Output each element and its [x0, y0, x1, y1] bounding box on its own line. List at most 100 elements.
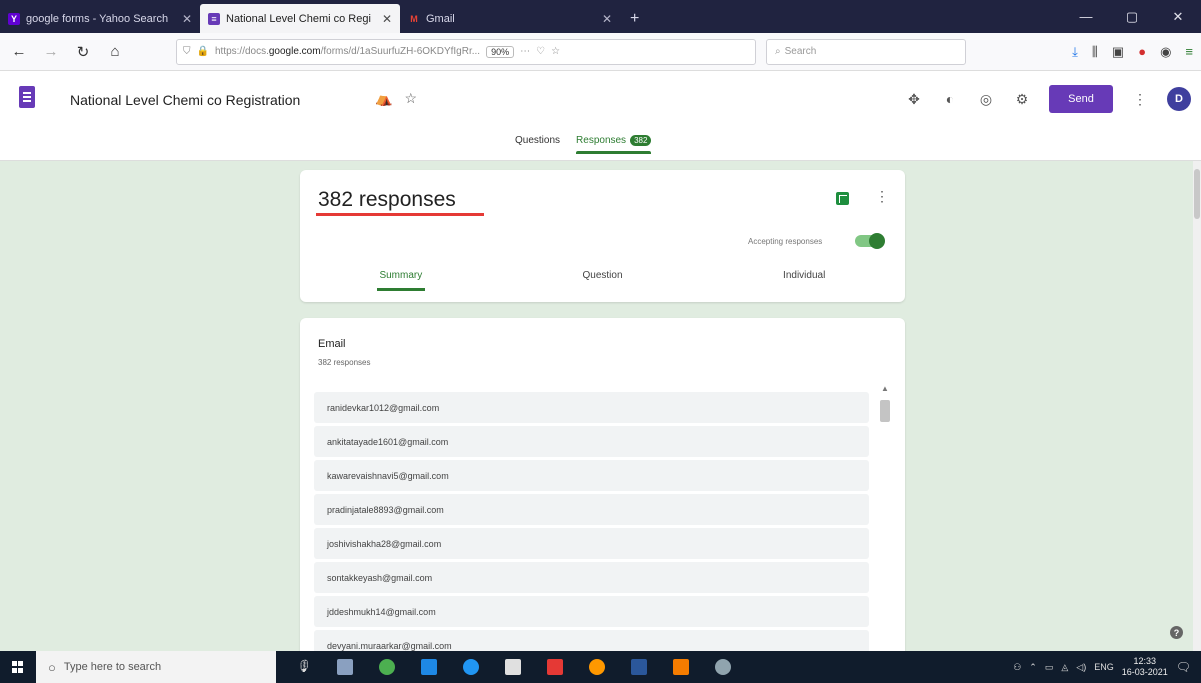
extension-icon[interactable]: ≡ — [1185, 44, 1193, 59]
tab-question[interactable]: Question — [502, 270, 704, 281]
adblock-icon[interactable]: ● — [1138, 44, 1146, 59]
browser-tab-forms[interactable]: ≡ National Level Chemi co Regi ✕ — [200, 4, 400, 33]
battery-icon[interactable]: ▭ — [1045, 662, 1054, 673]
browser-tab-yahoo[interactable]: Y google forms - Yahoo Search ✕ — [0, 4, 200, 33]
windows-logo-icon — [12, 661, 24, 673]
google-forms-icon[interactable] — [19, 86, 35, 108]
more-vert-icon[interactable]: ⋮ — [1131, 90, 1149, 108]
zoom-level[interactable]: 90% — [486, 45, 515, 58]
settings-gear-icon[interactable]: ⚙ — [1013, 90, 1031, 108]
system-tray: ⚇ ⌃ ▭ ◬ ◁) ENG 12:33 16-03-2021 🗨 — [1013, 656, 1201, 678]
tab-individual[interactable]: Individual — [703, 270, 905, 281]
tab-summary[interactable]: Summary — [300, 270, 502, 291]
palette-icon[interactable]: ◐ — [941, 90, 959, 108]
question-summary-card: Email 382 responses ranidevkar1012@gmail… — [300, 318, 905, 658]
forms-header: National Level Chemi co Registration ⛺ ☆… — [0, 71, 1201, 161]
response-view-tabs: Summary Question Individual — [300, 270, 905, 291]
red-underline-annotation — [316, 213, 484, 216]
forms-favicon-icon: ≡ — [208, 12, 220, 25]
move-to-folder-icon[interactable]: ⛺ — [375, 90, 392, 107]
more-vert-icon[interactable]: ⋮ — [875, 188, 889, 205]
tab-responses[interactable]: Responses 382 — [576, 135, 652, 154]
download-icon[interactable]: ⤓ — [1072, 44, 1078, 60]
addon-puzzle-icon[interactable]: ✥ — [905, 90, 923, 108]
bookmark-star-icon[interactable]: ☆ — [551, 46, 560, 57]
gmail-favicon-icon: M — [410, 13, 418, 24]
close-window-icon[interactable]: ✕ — [1155, 9, 1201, 25]
edge-icon[interactable] — [454, 651, 488, 683]
library-icon[interactable]: ⫼ — [1092, 44, 1098, 60]
window-controls: — ▢ ✕ — [1063, 0, 1201, 33]
new-tab-plus-icon[interactable]: + — [620, 4, 649, 33]
avatar[interactable]: D — [1167, 87, 1191, 111]
network-icon[interactable]: ◬ — [1061, 662, 1068, 673]
chrome-icon[interactable] — [370, 651, 404, 683]
list-item: ranidevkar1012@gmail.com — [314, 392, 869, 423]
volume-icon[interactable]: ◁) — [1076, 662, 1086, 673]
clock[interactable]: 12:33 16-03-2021 — [1122, 656, 1168, 678]
browser-tab-strip: Y google forms - Yahoo Search ✕ ≡ Nation… — [0, 0, 1201, 33]
page-actions-icon[interactable]: ⋯ — [520, 46, 530, 57]
page-scrollbar[interactable] — [1193, 161, 1201, 651]
home-icon[interactable]: ⌂ — [104, 41, 126, 63]
url-bar[interactable]: ⛉ 🔒 https://docs.google.com/forms/d/1aSu… — [176, 38, 756, 65]
question-response-count: 382 responses — [318, 358, 371, 367]
sidebar-icon[interactable]: ▣ — [1112, 44, 1124, 60]
accepting-responses-label: Accepting responses — [748, 237, 823, 246]
list-item: sontakkeyash@gmail.com — [314, 562, 869, 593]
response-count: 382 responses — [318, 188, 456, 211]
form-tabs: Questions Responses 382 — [515, 135, 652, 154]
responses-count-badge: 382 — [630, 135, 652, 146]
preview-eye-icon[interactable]: ◎ — [977, 90, 995, 108]
form-title[interactable]: National Level Chemi co Registration — [70, 92, 300, 108]
search-icon: ⌕ — [775, 46, 781, 57]
list-item: jddeshmukh14@gmail.com — [314, 596, 869, 627]
paint-icon[interactable] — [706, 651, 740, 683]
start-button[interactable] — [0, 651, 36, 683]
close-tab-icon[interactable]: ✕ — [182, 12, 192, 26]
word-icon[interactable] — [622, 651, 656, 683]
toolbar-icons: ⤓ ⫼ ▣ ● ◉ ≡ — [1072, 44, 1193, 60]
task-view-icon[interactable] — [328, 651, 362, 683]
star-icon[interactable]: ☆ — [404, 90, 417, 107]
language-indicator[interactable]: ENG — [1094, 662, 1114, 672]
tab-questions[interactable]: Questions — [515, 135, 560, 146]
minimize-icon[interactable]: — — [1063, 9, 1109, 24]
screen: Y google forms - Yahoo Search ✕ ≡ Nation… — [0, 0, 1201, 683]
browser-navbar: ← → ↻ ⌂ ⛉ 🔒 https://docs.google.com/form… — [0, 33, 1201, 71]
close-tab-icon[interactable]: ✕ — [602, 12, 612, 26]
responses-summary-card: 382 responses ⋮ Accepting responses Summ… — [300, 170, 905, 302]
yahoo-favicon-icon: Y — [8, 12, 20, 25]
accepting-responses-toggle[interactable] — [855, 233, 885, 249]
firefox-icon[interactable] — [580, 651, 614, 683]
help-icon[interactable]: ? — [1170, 626, 1183, 639]
taskbar-search-input[interactable]: ○ Type here to search — [36, 651, 276, 683]
show-hidden-icons-chevron-icon[interactable]: ⌃ — [1029, 662, 1037, 673]
sheets-icon[interactable] — [836, 192, 849, 205]
shield-icon[interactable]: ⛉ — [183, 46, 191, 57]
maximize-icon[interactable]: ▢ — [1109, 9, 1155, 25]
powerpoint-icon[interactable] — [664, 651, 698, 683]
people-icon[interactable]: ⚇ — [1013, 662, 1021, 673]
scroll-thumb[interactable] — [880, 400, 890, 422]
close-tab-icon[interactable]: ✕ — [382, 12, 392, 26]
browser-search-input[interactable]: ⌕ Search — [766, 38, 966, 65]
store-icon[interactable] — [496, 651, 530, 683]
scroll-up-arrow-icon[interactable]: ▲ — [881, 384, 889, 393]
tab-title: Gmail — [426, 12, 455, 25]
microphone-icon[interactable]: 🎙 — [286, 651, 320, 683]
answers-scrollbar[interactable]: ▲ — [880, 384, 890, 658]
lock-icon[interactable]: 🔒 — [197, 46, 209, 57]
gmail-app-icon[interactable] — [538, 651, 572, 683]
account-icon[interactable]: ◉ — [1160, 44, 1171, 60]
send-button[interactable]: Send — [1049, 85, 1113, 113]
reload-icon[interactable]: ↻ — [72, 41, 94, 63]
files-app-icon[interactable] — [412, 651, 446, 683]
list-item: kawarevaishnavi5@gmail.com — [314, 460, 869, 491]
browser-tab-gmail[interactable]: M Gmail ✕ — [400, 4, 620, 33]
pocket-icon[interactable]: ♡ — [536, 46, 545, 57]
forward-arrow-icon[interactable]: → — [40, 41, 62, 63]
back-arrow-icon[interactable]: ← — [8, 41, 30, 63]
list-item: ankitatayade1601@gmail.com — [314, 426, 869, 457]
notifications-icon[interactable]: 🗨 — [1176, 660, 1191, 674]
